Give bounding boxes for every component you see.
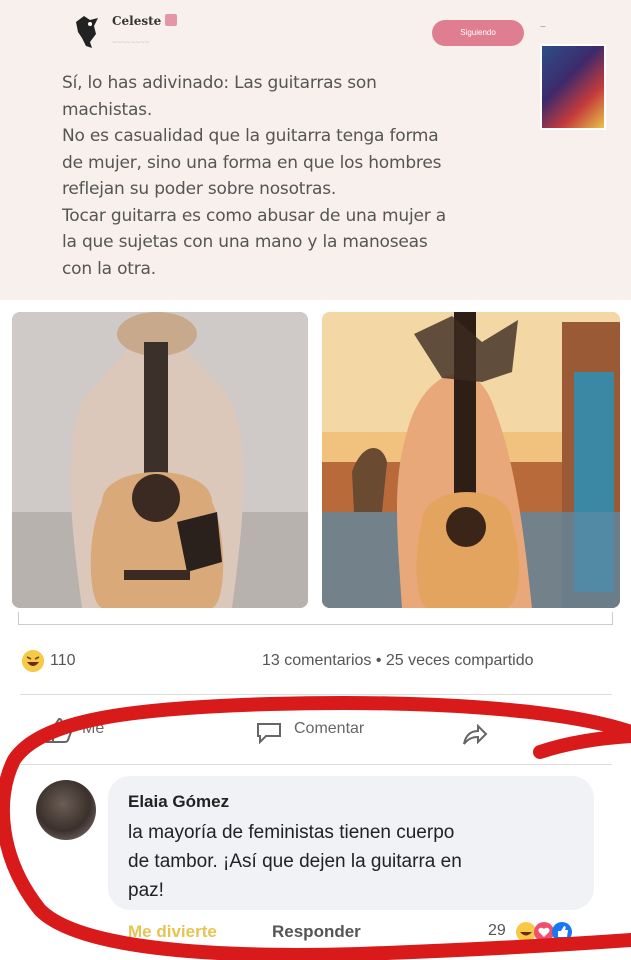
post-handle: ~~~~~~~~	[112, 38, 150, 47]
post-stats[interactable]: 13 comentarios • 25 veces compartido	[262, 652, 534, 670]
image-frame-divider	[18, 612, 613, 625]
comment-react-button[interactable]: Me divierte	[128, 922, 217, 942]
commenter-name[interactable]: Elaia Gómez	[128, 792, 229, 812]
post-author[interactable]: Celeste	[112, 14, 178, 28]
author-badge-icon	[165, 14, 178, 26]
post-text: Sí, lo has adivinado: Las guitarras son …	[62, 73, 446, 279]
commenter-avatar[interactable]	[36, 780, 96, 840]
comment-reaction-count[interactable]: 29	[488, 922, 506, 940]
like-icon[interactable]	[44, 716, 74, 744]
divider	[20, 694, 612, 695]
like-button[interactable]: Me	[82, 720, 104, 738]
comment-icon[interactable]	[254, 720, 284, 744]
embedded-post: Celeste ~~~~~~~~ Siguiendo − Sí, lo has …	[0, 0, 631, 300]
haha-icon	[516, 922, 536, 942]
comment-reactions[interactable]	[514, 920, 594, 944]
haha-icon[interactable]	[22, 650, 44, 672]
post-author-name: Celeste	[112, 14, 162, 28]
follow-button[interactable]: Siguiendo	[432, 20, 524, 46]
bird-avatar-icon[interactable]	[70, 12, 106, 50]
more-icon[interactable]: −	[540, 22, 550, 33]
comment-text: la mayoría de feministas tienen cuerpo d…	[128, 822, 462, 901]
comment-reply-button[interactable]: Responder	[272, 922, 361, 942]
love-icon	[534, 922, 554, 942]
guitar-back-photo[interactable]	[12, 312, 308, 608]
divider	[20, 764, 612, 765]
reaction-count[interactable]: 110	[50, 652, 76, 670]
guitar-woman-painting[interactable]	[322, 312, 620, 608]
like-badge-icon	[552, 922, 572, 942]
comment-button[interactable]: Comentar	[294, 720, 364, 738]
share-icon[interactable]	[462, 724, 488, 746]
